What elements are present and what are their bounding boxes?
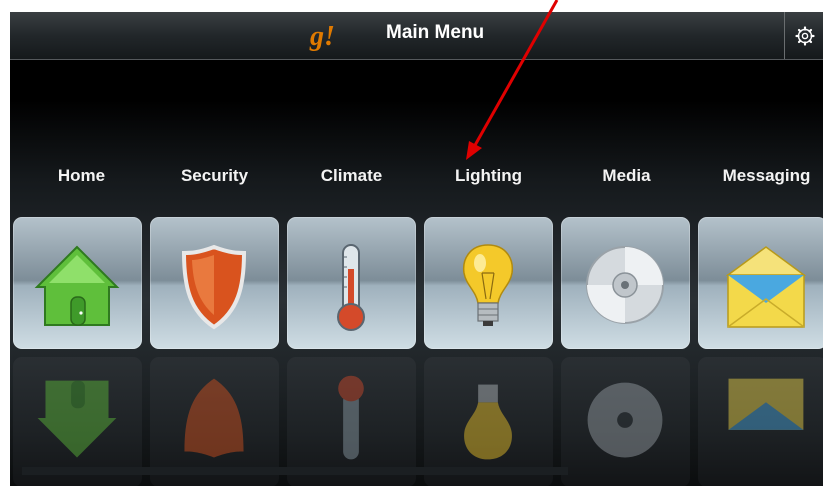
messaging-tile-button[interactable] xyxy=(698,217,823,349)
cd-icon xyxy=(587,382,663,458)
settings-button[interactable] xyxy=(784,12,823,59)
shield-icon xyxy=(181,244,247,330)
messaging-tile-reflection xyxy=(698,357,823,486)
thermometer-icon xyxy=(337,244,365,331)
menu-label-media[interactable]: Media xyxy=(558,166,695,186)
bottom-strip xyxy=(22,467,568,475)
gear-icon xyxy=(794,25,815,46)
lightbulb-icon xyxy=(462,244,514,326)
climate-tile-button[interactable] xyxy=(287,217,416,349)
lighting-tile-button[interactable] xyxy=(424,217,553,349)
page-title: Main Menu xyxy=(386,22,485,43)
house-icon xyxy=(34,245,120,326)
media-tile-button[interactable] xyxy=(561,217,690,349)
menu-label-climate[interactable]: Climate xyxy=(283,166,420,186)
app-window: g! Main Menu Home Security Climate Light… xyxy=(10,12,823,486)
svg-text:g!: g! xyxy=(309,21,335,52)
menu-label-lighting[interactable]: Lighting xyxy=(420,166,557,186)
media-tile-reflection xyxy=(561,357,690,486)
title-bar: g! Main Menu xyxy=(10,12,823,60)
logo-icon: g! xyxy=(309,21,335,52)
security-tile-button[interactable] xyxy=(150,217,279,349)
envelope-icon xyxy=(725,246,807,328)
home-tile-button[interactable] xyxy=(13,217,142,349)
cd-icon xyxy=(586,246,664,324)
envelope-icon xyxy=(728,378,804,430)
menu-label-security[interactable]: Security xyxy=(146,166,283,186)
menu-label-home[interactable]: Home xyxy=(13,166,150,186)
menu-label-messaging[interactable]: Messaging xyxy=(698,166,823,186)
